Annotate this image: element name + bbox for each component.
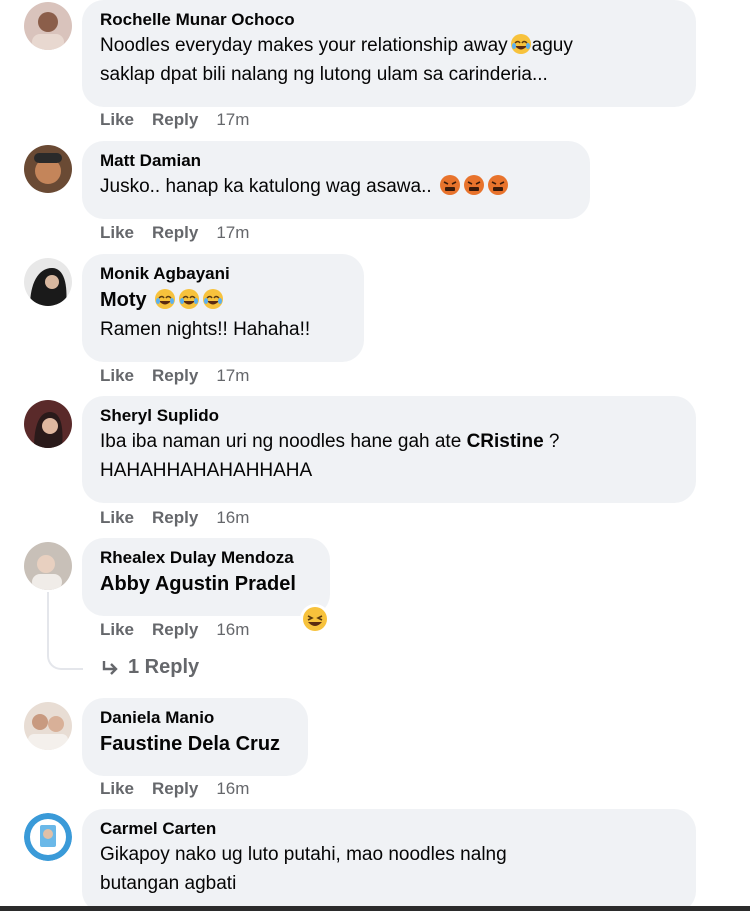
like-button[interactable]: Like: [100, 508, 134, 528]
timestamp[interactable]: 17m: [216, 223, 249, 243]
laughing-emoji-icon: [203, 289, 224, 309]
comment-author[interactable]: Carmel Carten: [100, 818, 678, 840]
comment-bubble: Monik Agbayani Moty Ramen nights!! Hahah…: [82, 254, 364, 362]
timestamp[interactable]: 16m: [216, 779, 249, 799]
comment-bubble: Matt Damian Jusko.. hanap ka katulong wa…: [82, 141, 590, 219]
like-button[interactable]: Like: [100, 110, 134, 130]
laughing-emoji-icon: [510, 34, 531, 54]
like-button[interactable]: Like: [100, 223, 134, 243]
comment-text: Iba iba naman uri ng noodles hane gah at…: [100, 427, 678, 456]
avatar[interactable]: [24, 702, 72, 750]
comment-actions: Like Reply 16m: [100, 508, 249, 528]
comment-bubble: Carmel Carten Gikapoy nako ug luto putah…: [82, 809, 696, 911]
thread-connector: [47, 592, 83, 670]
comment-text-part: aguy: [531, 35, 573, 56]
mention-link[interactable]: CRistine: [467, 431, 544, 452]
comment-text-part: Iba iba naman uri ng noodles hane gah at…: [100, 431, 462, 452]
reply-arrow-icon: [102, 660, 118, 675]
comment-author[interactable]: Rhealex Dulay Mendoza: [100, 547, 312, 569]
laughing-reaction-icon[interactable]: [299, 603, 331, 635]
comment-text-line2: HAHAHHAHAHAHHAHA: [100, 460, 313, 481]
comment-text: Ramen nights!! Hahaha!!: [100, 319, 311, 340]
angry-emoji-icon: [439, 175, 460, 195]
laughing-emoji-icon: [155, 289, 176, 309]
timestamp[interactable]: 17m: [216, 110, 249, 130]
comment-text: Noodles everyday makes your relationship…: [100, 31, 678, 60]
timestamp[interactable]: 16m: [216, 508, 249, 528]
comment-bubble: Rochelle Munar Ochoco Noodles everyday m…: [82, 0, 696, 107]
comment-text: Gikapoy nako ug luto putahi, mao noodles…: [100, 844, 507, 865]
comment-text-line2: butangan agbati: [100, 873, 237, 894]
avatar[interactable]: [24, 542, 72, 590]
comment-author[interactable]: Rochelle Munar Ochoco: [100, 9, 678, 31]
comment-text: Jusko.. hanap ka katulong wag asawa..: [100, 172, 572, 201]
angry-emoji-icon: [487, 175, 508, 195]
like-button[interactable]: Like: [100, 779, 134, 799]
comment-bubble: Daniela Manio Faustine Dela Cruz: [82, 698, 308, 776]
comment-mention[interactable]: Faustine Dela Cruz: [100, 729, 290, 759]
avatar[interactable]: [24, 258, 72, 306]
avatar[interactable]: [24, 145, 72, 193]
timestamp[interactable]: 17m: [216, 366, 249, 386]
laughing-emoji-icon: [179, 289, 200, 309]
comment-actions: Like Reply 17m: [100, 366, 249, 386]
avatar[interactable]: [24, 2, 72, 50]
comment-text-line2: saklap dpat bili nalang ng lutong ulam s…: [100, 64, 548, 85]
comment-mention: Moty: [100, 285, 346, 315]
like-button[interactable]: Like: [100, 620, 134, 640]
comment-text-part: Moty: [100, 289, 147, 311]
comment-mention[interactable]: Abby Agustin Pradel: [100, 569, 312, 599]
comment-author[interactable]: Monik Agbayani: [100, 263, 346, 285]
comment-text-part: ?: [548, 431, 560, 452]
comment-actions: Like Reply 17m: [100, 223, 249, 243]
comment-actions: Like Reply 17m: [100, 110, 249, 130]
reply-button[interactable]: Reply: [152, 779, 198, 799]
comment-actions: Like Reply 16m: [100, 779, 249, 799]
avatar[interactable]: [24, 813, 72, 861]
comment-author[interactable]: Sheryl Suplido: [100, 405, 678, 427]
avatar[interactable]: [24, 400, 72, 448]
reply-button[interactable]: Reply: [152, 508, 198, 528]
angry-emoji-icon: [463, 175, 484, 195]
comment-text-part: Noodles everyday makes your relationship…: [100, 35, 508, 56]
comment-author[interactable]: Matt Damian: [100, 150, 572, 172]
window-bottom-edge: [0, 906, 750, 911]
comment-text-part: Jusko.. hanap ka katulong wag asawa..: [100, 176, 432, 197]
comment-bubble: Rhealex Dulay Mendoza Abby Agustin Prade…: [82, 538, 330, 616]
comment-bubble: Sheryl Suplido Iba iba naman uri ng nood…: [82, 396, 696, 503]
reply-button[interactable]: Reply: [152, 620, 198, 640]
view-replies-label[interactable]: 1 Reply: [128, 656, 199, 679]
timestamp[interactable]: 16m: [216, 620, 249, 640]
reply-button[interactable]: Reply: [152, 223, 198, 243]
view-replies-link[interactable]: 1 Reply: [100, 656, 199, 679]
reply-button[interactable]: Reply: [152, 366, 198, 386]
comment-actions: Like Reply 16m: [100, 620, 249, 640]
like-button[interactable]: Like: [100, 366, 134, 386]
comment-author[interactable]: Daniela Manio: [100, 707, 290, 729]
reply-button[interactable]: Reply: [152, 110, 198, 130]
